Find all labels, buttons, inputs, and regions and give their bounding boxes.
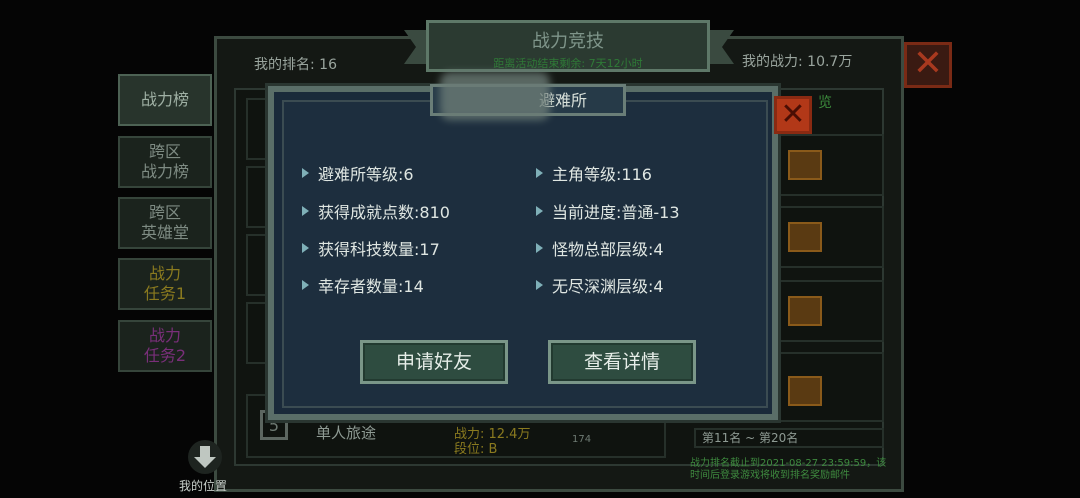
my-position-label: 我的位置 [179,479,228,493]
bullet-icon [302,243,309,253]
stat-label: 获得科技数量:17 [318,240,440,259]
bullet-icon [302,168,309,178]
bullet-icon [536,206,543,216]
stat-label: 当前进度:普通-13 [552,203,680,222]
event-title-banner: 战力竞技 距离活动结束剩余: 7天12小时 [426,20,710,72]
stat-progress: 当前进度:普通-13 [536,199,680,223]
bullet-icon [536,243,543,253]
rank-range-label: 第11名 ~ 第20名 [694,428,884,448]
tab-power-ranking[interactable]: 战力榜 [118,74,212,126]
tab-label: 战力 任务1 [143,264,187,303]
blurred-player-name [440,72,550,120]
tab-label: 战力 任务2 [143,326,187,365]
stat-shelter-level: 避难所等级:6 [302,161,414,185]
reward-row [774,352,884,422]
bullet-icon [302,280,309,290]
close-icon: ✕ [912,43,944,84]
add-friend-button[interactable]: 申请好友 [360,340,508,384]
reward-row [774,206,884,268]
my-power: 我的战力: 10.7万 [742,54,853,70]
stat-abyss-level: 无尽深渊层级:4 [536,273,664,297]
stat-survivor-count: 幸存者数量:14 [302,273,424,297]
player-count: 174 [572,434,592,445]
stat-label: 获得成就点数:810 [318,203,450,222]
view-details-button[interactable]: 查看详情 [548,340,696,384]
right-header-fragment: 览 [818,95,832,111]
tab-cross-server-ranking[interactable]: 跨区 战力榜 [118,136,212,188]
gift-box-icon [788,376,822,406]
tab-cross-server-heroes[interactable]: 跨区 英雄堂 [118,197,212,249]
tab-label: 跨区 战力榜 [140,142,189,181]
event-title: 战力竞技 [532,31,604,52]
bullet-icon [536,280,543,290]
my-position-button[interactable] [186,440,226,474]
event-countdown: 距离活动结束剩余: 7天12小时 [493,57,643,70]
player-tier: 段位: B [454,442,498,457]
gift-box-icon [788,296,822,326]
stat-monster-hq-level: 怪物总部层级:4 [536,236,664,260]
stat-label: 怪物总部层级:4 [552,240,664,259]
down-arrow-icon [188,440,222,474]
tab-power-task-2[interactable]: 战力 任务2 [118,320,212,372]
my-rank: 我的排名: 16 [254,57,337,73]
bullet-icon [302,206,309,216]
stat-label: 主角等级:116 [552,165,652,184]
stat-label: 幸存者数量:14 [318,277,424,296]
deadline-note: 战力排名截止到2021-08-27 23:59:59，该 时间后登录游戏将收到排… [690,458,887,481]
stat-achievement-points: 获得成就点数:810 [302,199,450,223]
player-name: 单人旅途 [316,424,377,442]
tab-label: 跨区 英雄堂 [140,203,189,242]
reward-row [774,280,884,342]
gift-box-icon [788,222,822,252]
close-icon: ✕ [780,97,806,132]
stat-label: 无尽深渊层级:4 [552,277,664,296]
stat-tech-count: 获得科技数量:17 [302,236,440,260]
tab-label: 战力榜 [140,90,189,109]
gift-box-icon [788,150,822,180]
tab-power-task-1[interactable]: 战力 任务1 [118,258,212,310]
reward-row [774,134,884,196]
bullet-icon [536,168,543,178]
modal-close-button[interactable]: ✕ [774,96,812,134]
stat-hero-level: 主角等级:116 [536,161,652,185]
close-panel-button[interactable]: ✕ [904,42,952,88]
stat-label: 避难所等级:6 [318,165,414,184]
